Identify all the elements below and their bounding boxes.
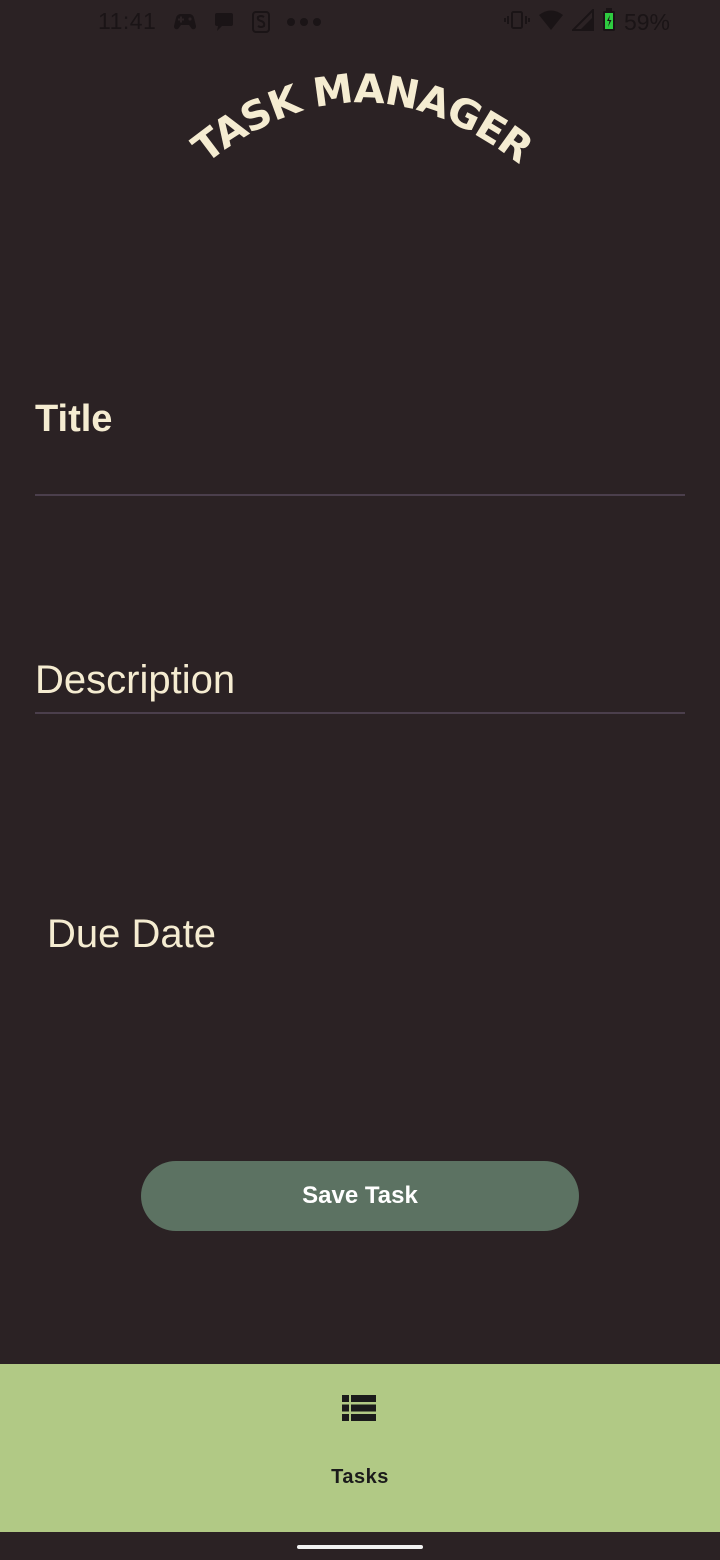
game-controller-icon [172, 11, 198, 33]
svg-text:TASK MANAGER: TASK MANAGER [184, 66, 540, 172]
notification-icons [172, 10, 322, 34]
chat-bubble-icon [212, 11, 236, 33]
gesture-navigation-area [0, 1532, 720, 1560]
battery-icon [602, 8, 616, 37]
task-form-screen: 11:41 59% TASK MANAGER Title Description… [0, 0, 720, 1560]
title-label: Title [35, 398, 113, 440]
s-app-icon [250, 10, 272, 34]
status-bar: 11:41 59% [0, 0, 720, 44]
save-task-button[interactable]: Save Task [141, 1161, 579, 1231]
description-label: Description [35, 658, 236, 702]
app-title-text: TASK MANAGER [184, 66, 541, 172]
due-date-picker[interactable]: Due Date [47, 912, 216, 957]
bottom-navigation: Tasks [0, 1364, 720, 1532]
title-field[interactable]: Title [35, 390, 685, 496]
nav-item-label: Tasks [331, 1466, 389, 1488]
vibrate-icon [503, 9, 530, 36]
status-time: 11:41 [98, 8, 157, 34]
cell-signal-icon [570, 7, 594, 36]
more-dots-icon [286, 17, 322, 27]
battery-percentage: 59% [623, 9, 670, 35]
system-icons: 59% [503, 7, 670, 37]
wifi-icon [538, 9, 564, 36]
description-field[interactable]: Description [35, 650, 685, 714]
nav-item-tasks[interactable]: Tasks [310, 1384, 410, 1494]
list-icon [342, 1394, 376, 1427]
home-gesture-handle[interactable] [297, 1545, 423, 1549]
app-title: TASK MANAGER [160, 50, 560, 200]
